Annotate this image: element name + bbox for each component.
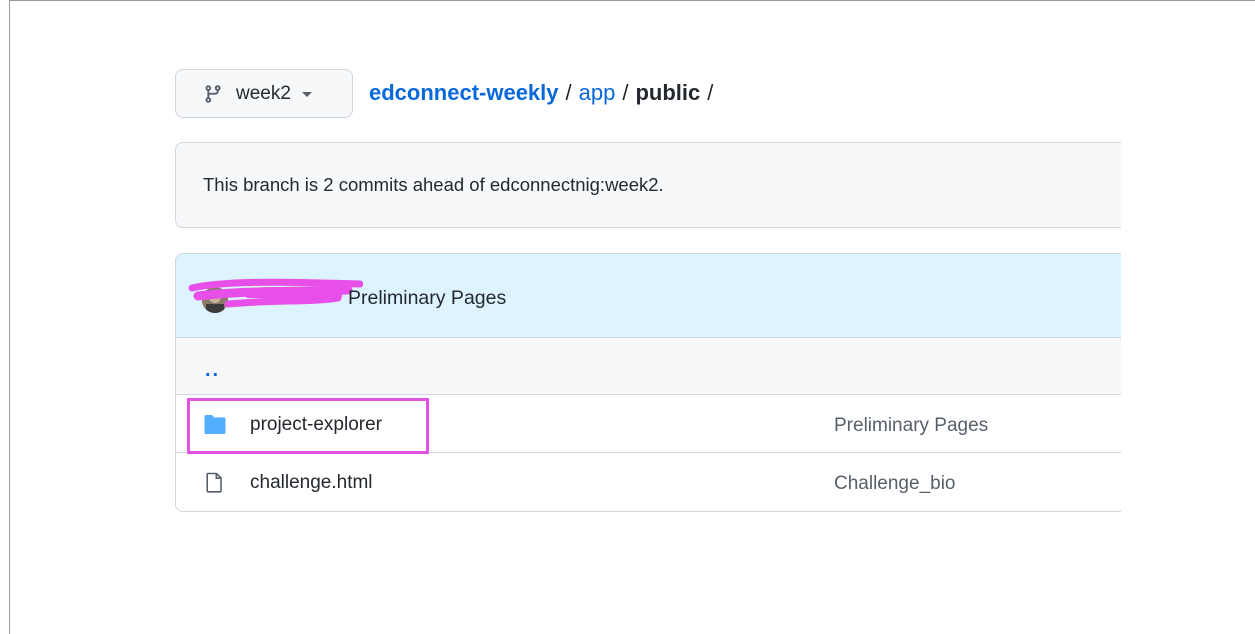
table-row[interactable]: project-explorer Preliminary Pages bbox=[176, 395, 1121, 453]
file-name-link[interactable]: challenge.html bbox=[250, 472, 373, 494]
latest-commit-message[interactable]: Preliminary Pages bbox=[348, 287, 506, 310]
branch-name: week2 bbox=[236, 82, 291, 104]
breadcrumb-current: public bbox=[635, 80, 701, 105]
parent-directory-row[interactable]: .. bbox=[176, 338, 1121, 395]
git-branch-icon bbox=[205, 84, 221, 103]
caret-down-icon bbox=[301, 92, 312, 97]
file-icon bbox=[206, 472, 222, 493]
branch-selector-button[interactable]: week2 bbox=[175, 69, 353, 118]
table-row[interactable]: challenge.html Challenge_bio bbox=[176, 453, 1121, 511]
redaction-mark bbox=[188, 278, 363, 308]
breadcrumb-separator: / bbox=[565, 80, 572, 105]
file-commit-message[interactable]: Challenge_bio bbox=[834, 473, 956, 495]
breadcrumb-repo-link[interactable]: edconnect-weekly bbox=[369, 80, 559, 106]
breadcrumb: edconnect-weekly / app / public / bbox=[369, 80, 720, 106]
breadcrumb-separator: / bbox=[707, 80, 714, 105]
parent-directory-link[interactable]: .. bbox=[205, 359, 220, 382]
branch-ahead-notice: This branch is 2 commits ahead of edconn… bbox=[175, 142, 1121, 228]
file-commit-message[interactable]: Preliminary Pages bbox=[834, 415, 988, 437]
file-list: Preliminary Pages .. project-explorer Pr… bbox=[175, 253, 1121, 512]
breadcrumb-separator: / bbox=[622, 80, 629, 105]
folder-icon bbox=[204, 415, 226, 434]
latest-commit-row: Preliminary Pages bbox=[176, 254, 1121, 338]
branch-ahead-text: This branch is 2 commits ahead of edconn… bbox=[203, 174, 664, 195]
breadcrumb-folder-link[interactable]: app bbox=[579, 80, 616, 106]
file-name-link[interactable]: project-explorer bbox=[250, 414, 382, 436]
